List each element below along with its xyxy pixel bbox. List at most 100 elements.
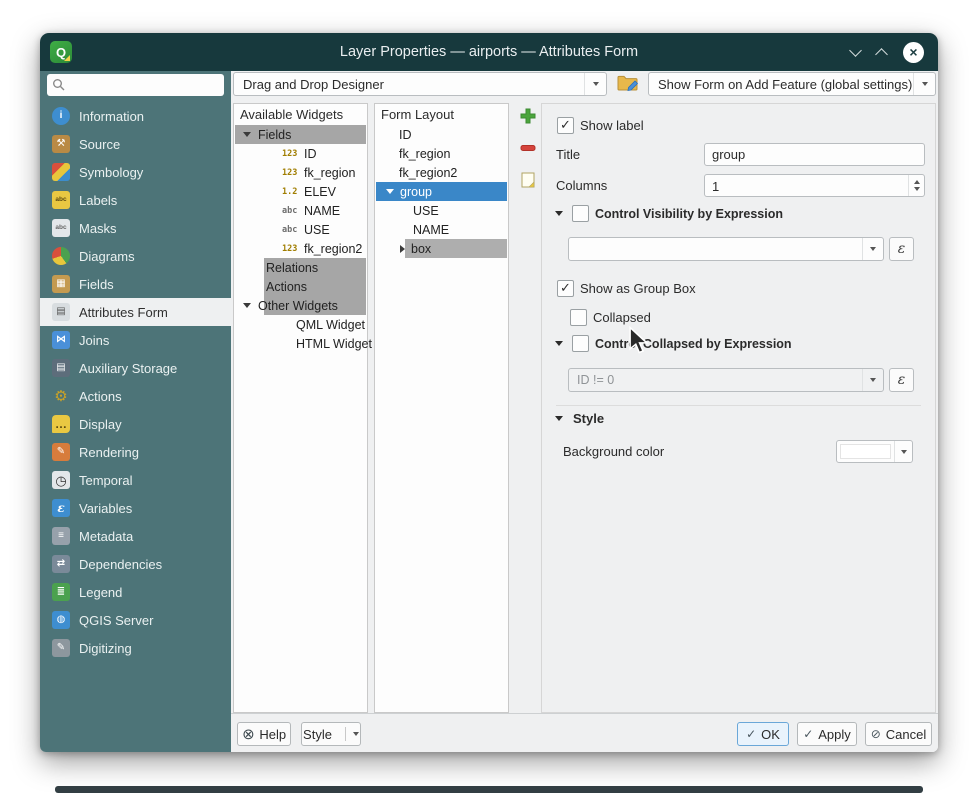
sidebar-item-source[interactable]: ⚒Source	[40, 130, 231, 158]
sidebar-item-label: Auxiliary Storage	[79, 361, 177, 376]
collapsed-expression-select[interactable]: ID != 0	[568, 368, 884, 392]
search-input[interactable]	[47, 74, 224, 96]
remove-item-button[interactable]	[515, 135, 541, 161]
sidebar-item-temporal[interactable]: ◷Temporal	[40, 466, 231, 494]
collapse-arrow-icon[interactable]	[386, 189, 394, 194]
layout-item-name[interactable]: NAME	[375, 220, 508, 239]
check-icon: ✓	[803, 728, 813, 740]
spinner-arrows[interactable]	[908, 175, 924, 196]
sidebar-item-label: Actions	[79, 389, 122, 404]
sidebar-item-auxiliary-storage[interactable]: ▤Auxiliary Storage	[40, 354, 231, 382]
available-widget-qml[interactable]: QML Widget	[234, 315, 367, 334]
close-icon[interactable]: ×	[903, 42, 924, 63]
layout-item-fk-region2[interactable]: fk_region2	[375, 163, 508, 182]
sidebar-item-label: Temporal	[79, 473, 132, 488]
show-label-checkbox[interactable]	[557, 117, 574, 134]
search-icon	[52, 78, 66, 92]
form-open-behavior-select[interactable]: Show Form on Add Feature (global setting…	[648, 72, 936, 96]
sidebar-item-label: Attributes Form	[79, 305, 168, 320]
sidebar-item-label: Source	[79, 137, 120, 152]
available-field-id[interactable]: 123 ID	[234, 144, 367, 163]
expand-arrow-icon[interactable]	[400, 245, 405, 253]
visibility-expression-select[interactable]	[568, 237, 884, 261]
minimize-icon[interactable]	[849, 44, 862, 57]
layout-item-box[interactable]: box	[375, 239, 508, 258]
available-field-elev[interactable]: 1.2 ELEV	[234, 182, 367, 201]
sidebar-item-legend[interactable]: ≣Legend	[40, 578, 231, 606]
help-icon: ⊕	[238, 724, 258, 744]
add-container-button[interactable]	[515, 103, 541, 129]
sidebar-item-actions[interactable]: ⚙Actions	[40, 382, 231, 410]
available-field-fk-region2[interactable]: 123 fk_region2	[234, 239, 367, 258]
sidebar-item-label: Joins	[79, 333, 109, 348]
section-collapse-icon[interactable]	[555, 416, 563, 421]
sidebar-item-rendering[interactable]: ✎Rendering	[40, 438, 231, 466]
background-window-edge	[55, 786, 923, 793]
cancel-button[interactable]: ⊘ Cancel	[865, 722, 932, 746]
chevron-down-icon	[862, 238, 883, 260]
sidebar-item-variables[interactable]: ε Variables	[40, 494, 231, 522]
plus-icon	[519, 107, 537, 125]
form-designer-value: Drag and Drop Designer	[243, 77, 384, 92]
available-widget-html[interactable]: HTML Widget	[234, 334, 367, 353]
sidebar-item-display[interactable]: …Display	[40, 410, 231, 438]
sidebar-item-fields[interactable]: ▦Fields	[40, 270, 231, 298]
sidebar-item-label: Dependencies	[79, 557, 162, 572]
available-field-fk-region[interactable]: 123 fk_region	[234, 163, 367, 182]
control-collapsed-checkbox[interactable]	[572, 335, 589, 352]
configure-form-button[interactable]	[615, 71, 641, 97]
sidebar-item-symbology[interactable]: Symbology	[40, 158, 231, 186]
sidebar-item-attributes-form[interactable]: ▤Attributes Form	[40, 298, 231, 326]
sidebar-item-masks[interactable]: abcMasks	[40, 214, 231, 242]
sidebar-item-metadata[interactable]: ≡Metadata	[40, 522, 231, 550]
chevron-down-icon	[584, 73, 606, 95]
control-visibility-checkbox[interactable]	[572, 205, 589, 222]
digitizing-icon: ✎	[52, 639, 70, 657]
style-menu-button[interactable]: Style	[301, 722, 361, 746]
section-collapse-icon[interactable]	[555, 211, 563, 216]
available-field-use[interactable]: abc USE	[234, 220, 367, 239]
collapsed-expression-value: ID != 0	[577, 373, 614, 387]
background-color-select[interactable]	[836, 440, 913, 463]
sidebar-item-labels[interactable]: abcLabels	[40, 186, 231, 214]
sidebar-item-information[interactable]: iInformation	[40, 102, 231, 130]
help-button[interactable]: ⊕ Help	[237, 722, 291, 746]
sidebar: iInformation ⚒Source Symbology abcLabels…	[40, 71, 231, 752]
layout-item-group-selected[interactable]: group	[375, 182, 508, 201]
edit-item-button[interactable]	[515, 167, 541, 193]
collapse-arrow-icon[interactable]	[243, 132, 251, 137]
sidebar-item-digitizing[interactable]: ✎Digitizing	[40, 634, 231, 662]
labels-icon: abc	[52, 191, 70, 209]
available-group-actions[interactable]: Actions	[234, 277, 367, 296]
available-field-name[interactable]: abc NAME	[234, 201, 367, 220]
maximize-icon[interactable]	[875, 48, 888, 61]
available-group-relations[interactable]: Relations	[234, 258, 367, 277]
layout-item-use[interactable]: USE	[375, 201, 508, 220]
help-button-label: Help	[259, 727, 286, 742]
collapsed-expression-builder-button[interactable]: ε	[889, 368, 914, 392]
ok-button[interactable]: ✓ OK	[737, 722, 789, 746]
layout-item-fk-region[interactable]: fk_region	[375, 144, 508, 163]
layout-item-id[interactable]: ID	[375, 125, 508, 144]
available-group-other-widgets[interactable]: Other Widgets	[234, 296, 367, 315]
integer-type-icon: 123	[282, 244, 302, 254]
collapsed-checkbox[interactable]	[570, 309, 587, 326]
title-input[interactable]	[704, 143, 925, 166]
integer-type-icon: 123	[282, 149, 302, 159]
chevron-down-icon	[894, 441, 912, 462]
apply-button[interactable]: ✓ Apply	[797, 722, 857, 746]
available-group-fields[interactable]: Fields	[234, 125, 367, 144]
sidebar-item-qgis-server[interactable]: ◍QGIS Server	[40, 606, 231, 634]
sidebar-item-diagrams[interactable]: Diagrams	[40, 242, 231, 270]
sidebar-item-joins[interactable]: ⋈Joins	[40, 326, 231, 354]
variables-icon: ε	[52, 499, 70, 517]
collapse-arrow-icon[interactable]	[243, 303, 251, 308]
titlebar[interactable]: Q Layer Properties — airports — Attribut…	[40, 33, 938, 71]
columns-stepper[interactable]: 1	[704, 174, 925, 197]
sidebar-item-label: Variables	[79, 501, 132, 516]
show-as-group-box-checkbox[interactable]	[557, 280, 574, 297]
sidebar-item-dependencies[interactable]: ⇄Dependencies	[40, 550, 231, 578]
section-collapse-icon[interactable]	[555, 341, 563, 346]
form-designer-select[interactable]: Drag and Drop Designer	[233, 72, 607, 96]
visibility-expression-builder-button[interactable]: ε	[889, 237, 914, 261]
